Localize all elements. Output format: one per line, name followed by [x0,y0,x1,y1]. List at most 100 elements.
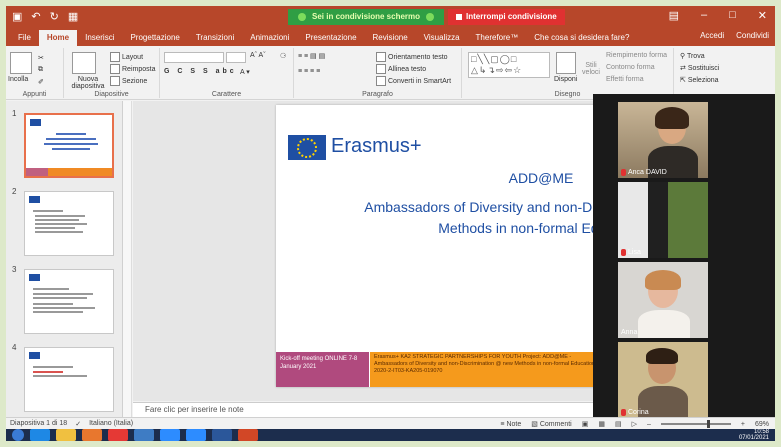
redo-icon[interactable]: ↻ [50,10,59,23]
select-icon: ⇱ [680,77,688,84]
slide-counter: Diapositiva 1 di 18 [10,420,68,427]
font-format-buttons[interactable]: G C S S abc [164,68,237,75]
quick-styles-button[interactable]: Stili veloci [580,62,602,76]
clear-format-icon[interactable]: ⚆ [280,52,286,60]
participant-tile[interactable]: Corina [618,342,708,418]
tab-transitions[interactable]: Transizioni [188,30,242,46]
align-icons[interactable]: ≡ ≡ ≡ ≡ [298,68,320,75]
paste-icon[interactable] [10,52,32,74]
font-grow-icon[interactable]: Aˆ Aˇ [250,52,266,59]
language-indicator[interactable]: Italiano (Italia) [89,420,133,428]
zoom-meeting-icon[interactable] [186,429,206,441]
tab-therefore[interactable]: Therefore™ [468,30,527,46]
firefox-icon[interactable] [82,429,102,441]
new-slide-icon[interactable] [72,52,96,74]
shapes-gallery[interactable]: □╲╲▢◯□ △↳↴⇨⇦☆ [468,52,550,78]
tab-view[interactable]: Visualizza [416,30,468,46]
stop-sharing-button[interactable]: Interrompi condivisione [448,9,565,25]
tell-me-search[interactable]: Che cosa si desidera fare? [526,30,637,46]
thumbnail-row[interactable]: 2 [10,187,120,259]
notes-pane[interactable]: Fare clic per inserire le note [133,402,599,417]
mic-muted-icon [621,409,626,416]
shape-fill-button[interactable]: Riempimento forma [606,52,667,59]
copy-icon[interactable]: ⧉ [38,66,43,74]
slide-thumbnail-4[interactable] [24,347,114,412]
font-name-combo[interactable] [164,52,224,63]
cut-icon[interactable]: ✂ [38,54,44,62]
participant-tile[interactable]: Anna [618,262,708,338]
arrange-button[interactable]: Disponi [554,76,577,83]
powerpoint-icon[interactable] [238,429,258,441]
comments-toggle[interactable]: ▧ Commenti [531,420,571,428]
zoom-out-icon[interactable]: – [647,421,651,428]
format-painter-icon[interactable]: ✐ [38,78,44,86]
zoom-slider-thumb[interactable] [707,420,711,428]
zoom-level[interactable]: 69% [755,421,769,428]
shape-effects-button[interactable]: Effetti forma [606,76,644,83]
tab-home[interactable]: Home [38,30,78,46]
start-icon[interactable] [12,429,24,441]
find-button[interactable]: ⚲ Trova [680,52,705,60]
slide-thumbnail-3[interactable] [24,269,114,334]
sign-in-link[interactable]: Accedi [700,31,724,40]
slide-thumbnail-2[interactable] [24,191,114,256]
shape-outline-button[interactable]: Contorno forma [606,64,655,71]
spellcheck-icon[interactable]: ✓ [75,420,81,428]
align-text-button[interactable]: Allinea testo [376,64,426,74]
smartart-button[interactable]: Converti in SmartArt [376,76,451,86]
font-size-combo[interactable] [226,52,246,63]
share-controls-icon[interactable] [426,13,435,21]
tab-design[interactable]: Progettazione [122,30,187,46]
clock-date[interactable]: 07/01/2021 [739,435,769,441]
minimize-icon[interactable]: – [701,9,707,22]
text-direction-button[interactable]: Orientamento testo [376,52,448,62]
thumbnail-row[interactable]: 4 [10,343,120,415]
tab-slideshow[interactable]: Presentazione [297,30,364,46]
font-color-icon[interactable]: A ▾ [240,68,250,76]
slides-group-label: Diapositive [94,91,129,98]
participant-tile[interactable]: Anca DAVID [618,102,708,178]
thumbnail-row[interactable]: 3 [10,265,120,337]
tab-review[interactable]: Revisione [365,30,416,46]
word-icon[interactable] [212,429,232,441]
select-button[interactable]: ⇱ Seleziona [680,76,719,84]
section-button[interactable]: Sezione [110,76,147,86]
share-button[interactable]: Condividi [736,31,769,40]
reading-view-icon[interactable]: ▤ [615,420,622,428]
zoom-slider[interactable] [660,420,731,428]
explorer-icon[interactable] [56,429,76,441]
arrange-icon[interactable] [556,52,576,74]
share-dot-icon [298,13,306,21]
layout-button[interactable]: Layout [110,52,143,62]
slideshow-view-icon[interactable]: ▷ [632,420,637,428]
thumbnails-scrollbar[interactable] [123,101,132,417]
ie-icon[interactable] [30,429,50,441]
ribbon-display-icon[interactable]: ▤ [669,9,679,22]
chrome-icon[interactable] [108,429,128,441]
replace-button[interactable]: ⇄ Sostituisci [680,64,719,72]
undo-icon[interactable]: ↶ [31,10,40,23]
present-icon[interactable]: ▦ [68,10,78,23]
new-slide-button[interactable]: Nuova diapositiva [66,76,110,90]
bullets-icon[interactable]: ≡ ≡ ▤ ▤ [298,52,325,60]
notes-toggle[interactable]: ≡ Note [500,421,521,428]
slide-thumbnail-1[interactable] [24,113,114,178]
sorter-view-icon[interactable]: ▦ [598,420,605,428]
reset-button[interactable]: Reimposta [110,64,155,74]
tab-file[interactable]: File [10,30,39,46]
thumbnail-row[interactable]: 1 [10,109,120,181]
paste-label[interactable]: Incolla [8,76,28,83]
zoom-in-icon[interactable]: + [741,421,745,428]
tab-insert[interactable]: Inserisci [77,30,122,46]
tab-animations[interactable]: Animazioni [242,30,297,46]
section-label: Sezione [122,77,148,85]
eu-flag-icon [29,274,40,281]
quick-access-toolbar: ▣ ↶ ↻ ▦ [12,10,78,23]
normal-view-icon[interactable]: ▣ [582,420,589,428]
maximize-icon[interactable]: □ [729,9,736,22]
save-icon[interactable]: ▣ [12,10,22,23]
zoom-app-icon[interactable] [160,429,180,441]
participant-tile[interactable]: Lisa [618,182,708,258]
close-icon[interactable]: ✕ [758,9,767,22]
app-icon[interactable] [134,429,154,441]
